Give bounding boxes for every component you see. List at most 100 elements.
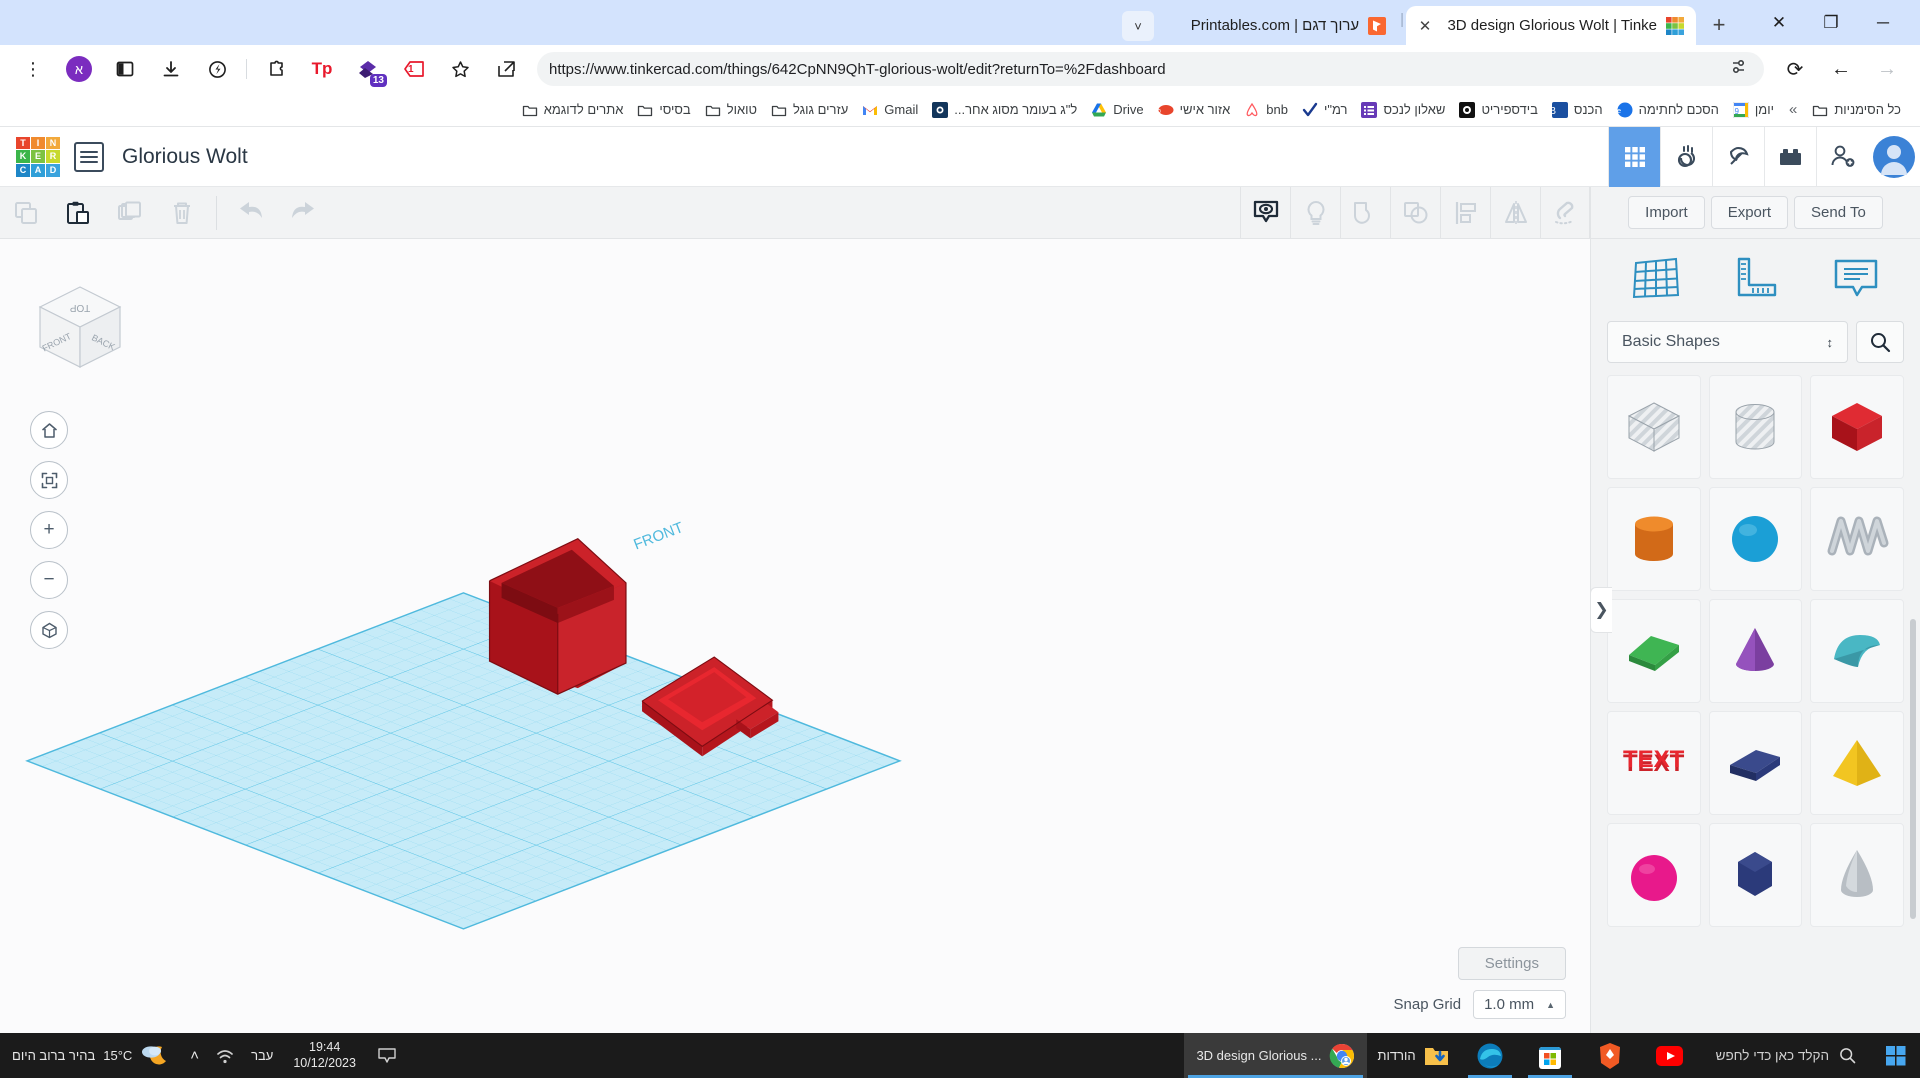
restore-window-button[interactable]: ❐ — [1820, 12, 1842, 34]
bookmark-esign[interactable]: e הסכם לחתימה — [1610, 99, 1726, 121]
downloads-icon[interactable] — [154, 52, 188, 86]
3d-design-icon[interactable] — [1608, 126, 1660, 187]
bookmark-rami[interactable]: רמ"י — [1295, 99, 1354, 121]
group-icon[interactable] — [1340, 186, 1390, 239]
paste-button[interactable] — [52, 187, 104, 239]
category-select[interactable]: Basic Shapes ↕ — [1607, 321, 1848, 363]
designs-list-button[interactable] — [74, 141, 104, 172]
scene-svg[interactable]: FRONT — [0, 239, 1590, 1033]
edge-taskbar-icon[interactable] — [1460, 1033, 1520, 1078]
close-icon[interactable]: ✕ — [1416, 17, 1434, 35]
taskbar-window-chrome[interactable]: 3D design Glorious ... — [1184, 1033, 1368, 1078]
bookmark-google-tools[interactable]: עזרים גוגל — [764, 99, 855, 121]
snap-magnet-icon[interactable] — [1540, 186, 1590, 239]
codeblocks-pickaxe-icon[interactable] — [1712, 126, 1764, 187]
forward-icon[interactable]: → — [1870, 52, 1904, 86]
reload-icon[interactable]: ⟳ — [1778, 52, 1812, 86]
search-shapes-button[interactable] — [1856, 321, 1904, 363]
workplane-icon[interactable] — [1630, 255, 1682, 306]
taskbar-clock[interactable]: 19:44 10/12/2023 — [281, 1040, 368, 1071]
snap-grid-select[interactable]: 1.0 mm ▲ — [1473, 990, 1566, 1019]
taskbar-search-box[interactable]: הקלד כאן כדי לחפש — [1700, 1033, 1872, 1078]
language-indicator[interactable]: עבר — [243, 1033, 281, 1078]
tp-extension-icon[interactable]: Tp — [305, 52, 339, 86]
bookmarks-overflow-icon[interactable]: « — [1781, 101, 1805, 118]
extensions-puzzle-icon[interactable] — [259, 52, 293, 86]
bookmark-basic[interactable]: בסיסי — [630, 99, 697, 121]
mirror-icon[interactable] — [1490, 186, 1540, 239]
lego-brick-icon[interactable] — [1764, 126, 1816, 187]
sphere-shape[interactable] — [1708, 487, 1803, 591]
bookmark-bidspirit[interactable]: בידספיריט — [1452, 99, 1544, 121]
bookmark-gmail[interactable]: Gmail — [855, 99, 925, 121]
lightbulb-icon[interactable] — [1290, 186, 1340, 239]
reading-list-icon[interactable] — [108, 52, 142, 86]
show-desktop-button[interactable] — [368, 1033, 406, 1078]
chrome-menu-icon[interactable]: ⋮ — [16, 52, 50, 86]
page-title[interactable]: Glorious Wolt — [122, 145, 248, 169]
bookmark-calendar[interactable]: 9 יומן — [1726, 99, 1781, 121]
youtube-taskbar-icon[interactable] — [1640, 1033, 1700, 1078]
invite-person-icon[interactable] — [1816, 126, 1868, 187]
box-shape[interactable] — [1810, 375, 1904, 479]
url-settings-icon[interactable] — [1729, 57, 1748, 81]
share-icon[interactable] — [489, 52, 523, 86]
copy-button[interactable] — [0, 187, 52, 239]
pyramid-shape[interactable] — [1810, 711, 1904, 815]
ungroup-icon[interactable] — [1390, 186, 1440, 239]
diamond-extension-icon[interactable]: 13 — [351, 52, 387, 87]
send-to-button[interactable]: Send To — [1794, 196, 1883, 229]
downloads-folder-taskbar-item[interactable]: הורדות — [1367, 1033, 1459, 1078]
export-button[interactable]: Export — [1710, 196, 1789, 229]
duplicate-button[interactable] — [104, 187, 156, 239]
cylinder-hole-shape[interactable] — [1708, 375, 1803, 479]
tab-search-button[interactable]: ˅ — [1122, 11, 1155, 41]
align-icon[interactable] — [1440, 186, 1490, 239]
bookmark-toul[interactable]: טואול — [698, 99, 764, 121]
bookmark-all-bookmarks[interactable]: כל הסימניות — [1805, 99, 1908, 121]
wifi-icon[interactable] — [207, 1033, 243, 1078]
bookmark-drive[interactable]: Drive — [1084, 99, 1150, 121]
browser-tab-tinkercad[interactable]: 3D design Glorious Wolt | Tinke ✕ — [1406, 6, 1696, 45]
undo-button[interactable] — [225, 187, 277, 239]
text-shape[interactable]: TEXT TEXT — [1607, 711, 1701, 815]
roof-shape[interactable] — [1607, 599, 1701, 703]
bookmark-example-sites[interactable]: אתרים לדוגמא — [515, 99, 631, 121]
weather-widget[interactable]: 15°C בהיר ברוב היום — [0, 1043, 182, 1069]
settings-button[interactable]: Settings — [1457, 947, 1566, 980]
microsoft-store-taskbar-icon[interactable] — [1520, 1033, 1580, 1078]
bookmark-star-icon[interactable] — [443, 52, 477, 86]
windows-start-icon[interactable] — [1872, 1033, 1920, 1078]
bookmark-lag-baomer[interactable]: ל"ג בעומר מסוג אחר... — [925, 99, 1084, 121]
ruler-icon[interactable] — [1731, 255, 1781, 306]
halfsphere-shape[interactable] — [1607, 823, 1701, 927]
polygon-shape[interactable] — [1708, 823, 1803, 927]
scribble-shape[interactable] — [1810, 487, 1904, 591]
delete-button[interactable] — [156, 187, 208, 239]
show-hide-eye-icon[interactable] — [1240, 186, 1290, 239]
user-avatar[interactable] — [1868, 127, 1920, 187]
bookmark-personal-area[interactable]: מ2 אזור אישי — [1151, 99, 1238, 121]
bookmark-airbnb[interactable]: bnb — [1237, 99, 1295, 121]
circuits-icon[interactable] — [1660, 126, 1712, 187]
notes-icon[interactable] — [1831, 255, 1881, 306]
brave-taskbar-icon[interactable] — [1580, 1033, 1640, 1078]
collapse-panel-handle[interactable]: ❯ — [1590, 587, 1612, 633]
tinkercad-logo[interactable]: T I N K E R C A D — [16, 136, 60, 177]
bookmark-hachnas[interactable]: B הכנס — [1545, 99, 1610, 121]
close-window-button[interactable]: ✕ — [1768, 12, 1790, 34]
cylinder-shape[interactable] — [1607, 487, 1701, 591]
paraboloid-shape[interactable] — [1810, 823, 1904, 927]
minimize-window-button[interactable]: ─ — [1872, 12, 1894, 34]
browser-tab-printables[interactable]: ערוך דגם | Printables.com — [1158, 6, 1398, 45]
cone-shape[interactable] — [1708, 599, 1803, 703]
wedge-shape[interactable] — [1708, 711, 1803, 815]
3d-canvas[interactable]: TOP FRONT BACK + − FRONT Settings Snap G… — [0, 239, 1590, 1033]
back-icon[interactable]: ← — [1824, 52, 1858, 86]
round-roof-shape[interactable] — [1810, 599, 1904, 703]
new-tab-button[interactable]: + — [1702, 8, 1736, 42]
tray-overflow-button[interactable]: ˄ — [182, 1033, 207, 1078]
import-button[interactable]: Import — [1628, 196, 1705, 229]
tag-extension-icon[interactable]: 1 — [397, 52, 431, 86]
profile-avatar-icon[interactable]: א — [62, 52, 96, 86]
